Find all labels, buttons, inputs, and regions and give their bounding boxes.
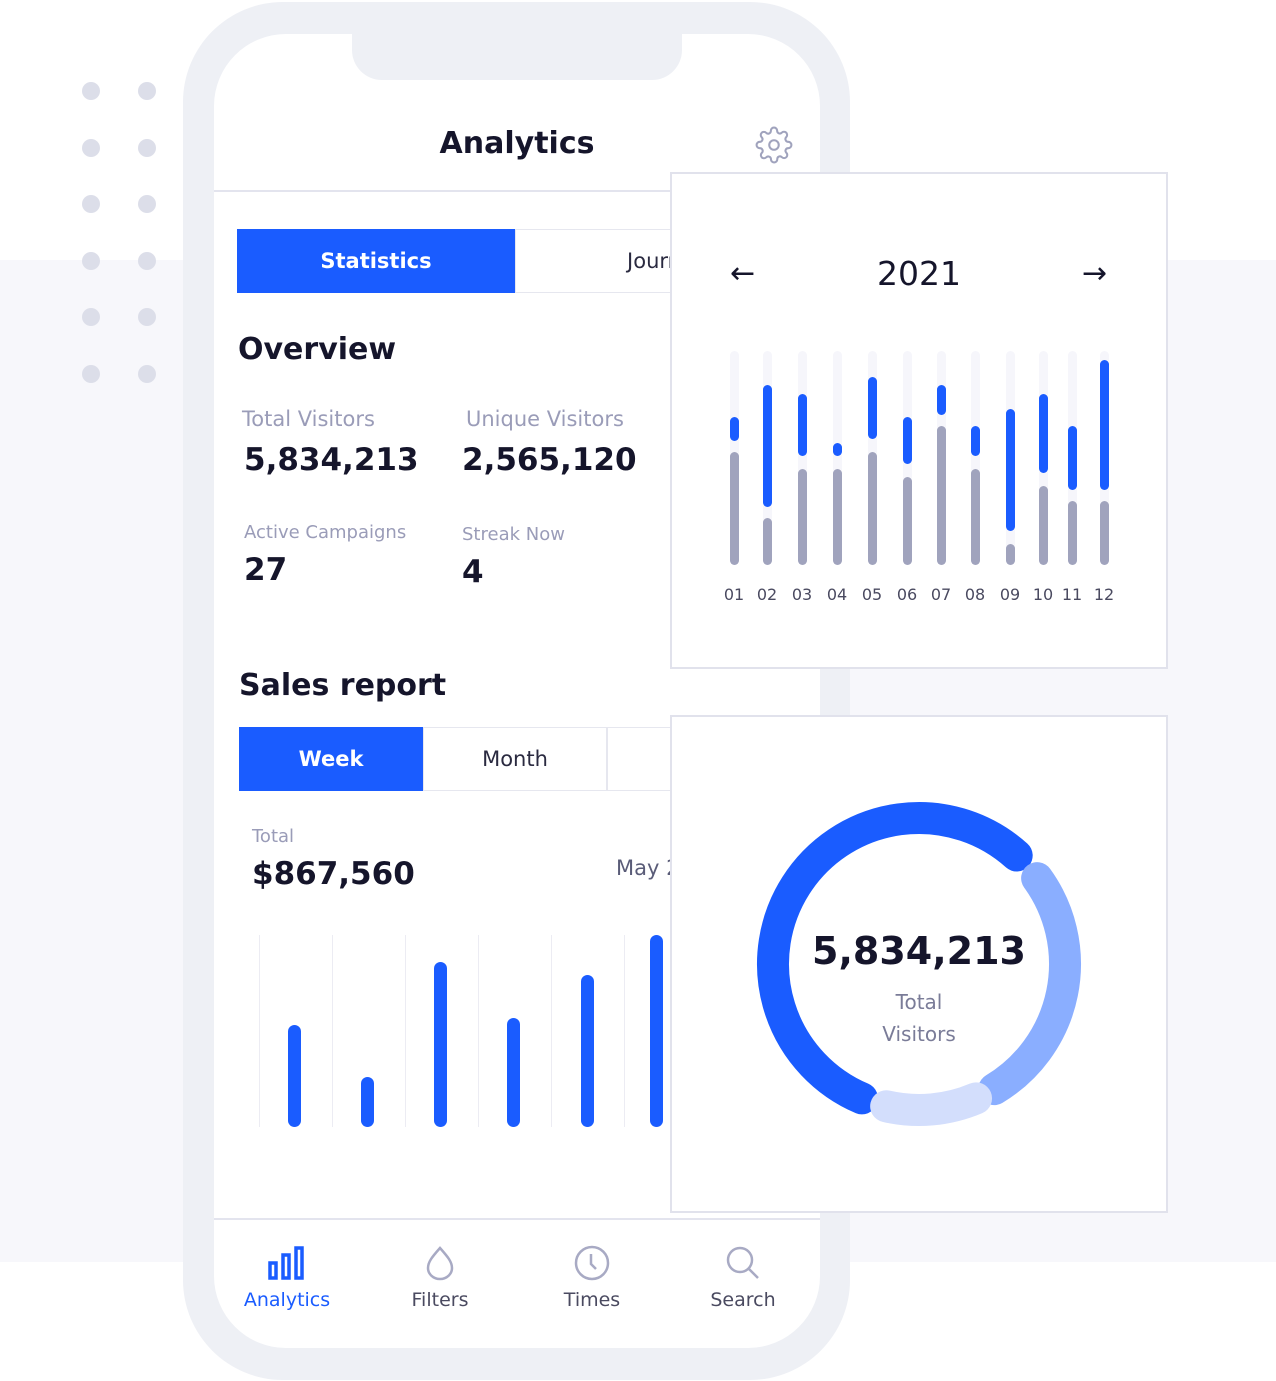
nav-divider [214,1218,820,1220]
month-bar-gray [902,477,912,565]
decor-dot [82,308,100,326]
decor-dot [82,365,100,383]
month-bar-gray [832,468,842,565]
search-icon [673,1245,813,1281]
arrow-right-icon[interactable]: → [1082,256,1107,291]
decor-dot [82,139,100,157]
decor-dot [138,195,156,213]
nav-label: Times [563,1289,621,1311]
month-bar-blue [762,385,772,508]
month-label: 02 [756,585,778,604]
month-label: 08 [964,585,986,604]
grid-line [624,935,625,1127]
donut-segment [978,862,1081,1106]
month-label: 05 [861,585,883,604]
overview-title: Overview [238,332,397,367]
year-chart-card: ← 2021 → 01 02 03 04 05 06 07 08 09 10 11 12 [670,172,1168,669]
sales-bar[interactable] [434,961,447,1127]
month-bar-blue [1067,425,1077,491]
month-label: 03 [791,585,813,604]
month-bar-gray [762,517,772,565]
unique-visitors-label: Unique Visitors [466,407,624,431]
month-bar-gray [729,451,739,565]
month-bar-blue [1005,408,1015,531]
month-bar-blue [1099,359,1109,491]
month-bar-blue [970,425,980,456]
donut-value: 5,834,213 [812,929,1026,973]
nav-item-search[interactable]: Search [673,1245,813,1311]
total-value: $867,560 [252,856,415,892]
donut-card: 5,834,213 Total Visitors [670,715,1168,1213]
sales-report-title: Sales report [239,668,447,703]
bar-chart-icon [217,1245,357,1281]
decor-dot [138,139,156,157]
sales-bar[interactable] [650,935,663,1127]
grid-line [405,935,406,1127]
streak-now-value: 4 [462,554,484,590]
gear-icon[interactable] [755,126,793,168]
month-label: 04 [826,585,848,604]
decor-dot [138,82,156,100]
month-bar-blue [832,443,842,456]
sales-bar[interactable] [581,975,594,1127]
month-bar-blue [797,393,807,456]
grid-line [551,935,552,1127]
month-bar-gray [797,468,807,565]
decor-dot [138,252,156,270]
sales-bar[interactable] [361,1077,374,1127]
phone-notch [352,34,682,80]
month-bar-blue [902,417,912,465]
decor-dot [82,252,100,270]
decor-dot [82,82,100,100]
month-bar-gray [1038,485,1048,565]
streak-now-label: Streak Now [462,524,565,545]
nav-label: Filters [411,1289,469,1311]
sales-bar[interactable] [288,1025,301,1127]
nav-label: Analytics [243,1289,331,1311]
month-bar-gray [1067,500,1077,565]
month-bar-gray [867,451,877,565]
period-month[interactable]: Month [423,727,607,791]
active-campaigns-label: Active Campaigns [244,522,407,543]
tab-statistics[interactable]: Statistics [237,229,515,293]
donut-label-1: Total [895,990,943,1014]
grid-line [478,935,479,1127]
period-week[interactable]: Week [239,727,423,791]
page-title: Analytics [439,126,595,161]
clock-icon [522,1245,662,1281]
month-label: 12 [1093,585,1115,604]
nav-item-times[interactable]: Times [522,1245,662,1311]
nav-item-filters[interactable]: Filters [370,1245,510,1311]
total-label: Total [252,826,295,847]
decor-dot [82,195,100,213]
unique-visitors-value: 2,565,120 [462,442,637,478]
total-visitors-label: Total Visitors [242,407,375,431]
nav-label: Search [710,1289,776,1311]
decor-dot [138,308,156,326]
total-visitors-value: 5,834,213 [244,442,419,478]
month-bar-gray [1005,543,1015,565]
month-bar-blue [936,385,946,416]
month-bar-blue [867,376,877,439]
grid-line [332,935,333,1127]
grid-line [259,935,260,1127]
month-bar-gray [1099,500,1109,565]
nav-item-analytics[interactable]: Analytics [217,1245,357,1311]
donut-segment [870,1082,993,1126]
month-bar-blue [729,417,739,441]
decor-dot [138,365,156,383]
drop-icon [370,1245,510,1281]
sales-bar[interactable] [507,1017,520,1127]
month-bar-gray [936,425,946,565]
month-bar-blue [1038,393,1048,473]
active-campaigns-value: 27 [244,552,288,588]
month-bar-gray [970,468,980,565]
donut-label-2: Visitors [882,1022,956,1046]
